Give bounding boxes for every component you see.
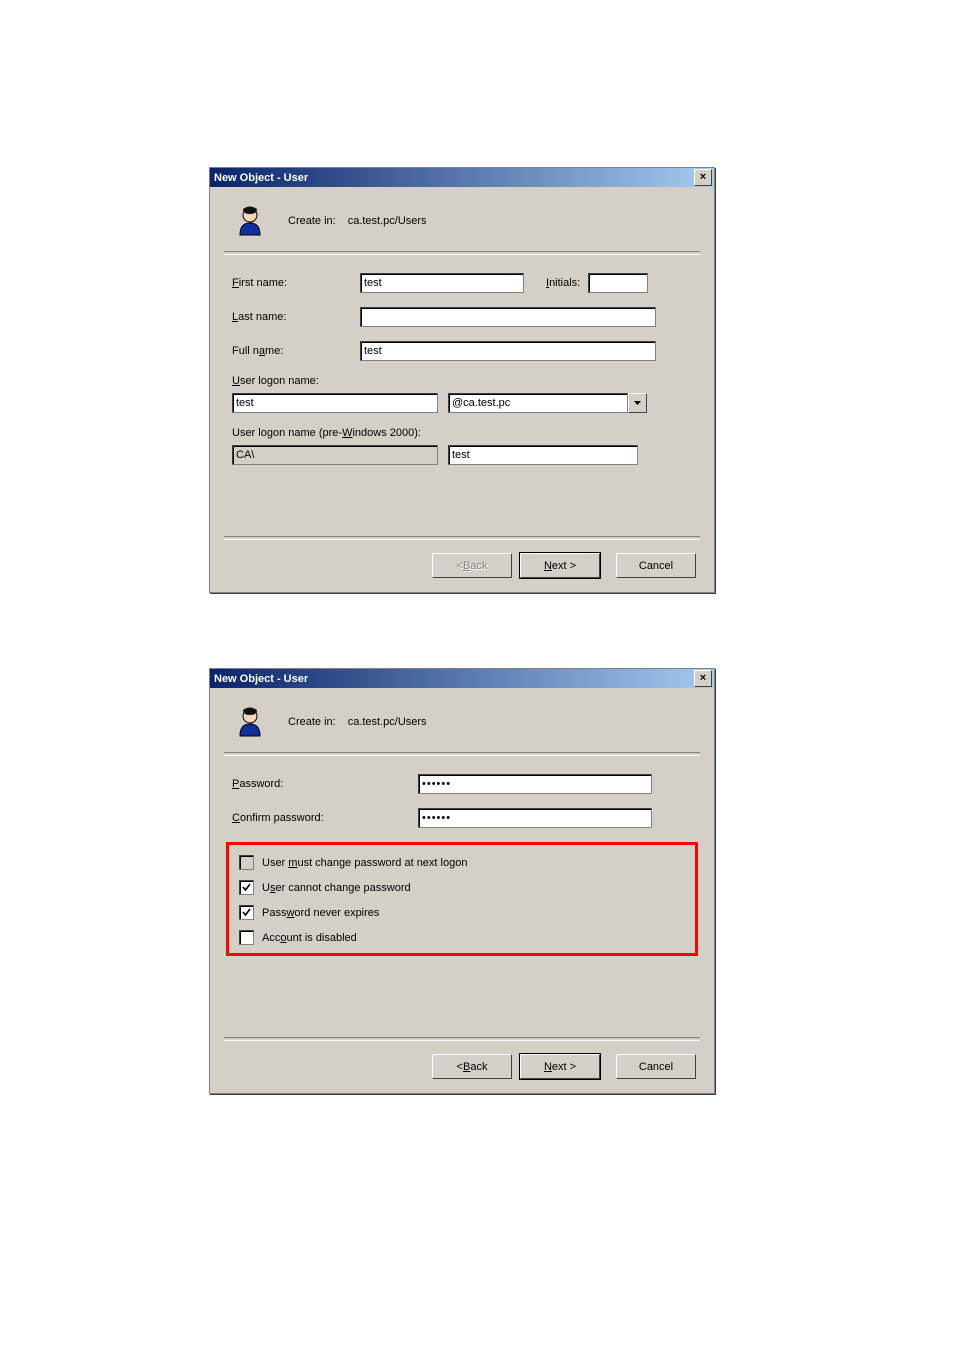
full-name-label: Full name: <box>232 345 360 357</box>
label-must-change: User must change password at next logon <box>262 857 467 869</box>
chevron-down-icon[interactable] <box>628 393 647 413</box>
pre2000-input[interactable] <box>448 445 638 465</box>
button-divider <box>224 536 700 540</box>
password-label: Password: <box>232 778 418 790</box>
logon-domain-combo[interactable] <box>448 393 647 413</box>
label-never-expires: Password never expires <box>262 907 379 919</box>
button-divider <box>224 1037 700 1041</box>
logon-name-input[interactable] <box>232 393 438 413</box>
header-row: Create in: ca.test.pc/Users <box>210 187 714 251</box>
highlighted-options: User must change password at next logon … <box>226 842 698 956</box>
cancel-button[interactable]: Cancel <box>616 553 696 578</box>
full-name-input[interactable] <box>360 341 656 361</box>
titlebar: New Object - User × <box>210 669 714 688</box>
pre2000-label: User logon name (pre-Windows 2000): <box>232 427 692 439</box>
pre2000-domain <box>232 445 438 465</box>
first-name-label: First name: <box>232 277 360 289</box>
password-input[interactable] <box>418 774 652 794</box>
next-button[interactable]: Next > <box>520 1054 600 1079</box>
header-row: Create in: ca.test.pc/Users <box>210 688 714 752</box>
titlebar: New Object - User × <box>210 168 714 187</box>
checkbox-account-disabled[interactable] <box>239 930 254 945</box>
user-icon <box>236 706 268 738</box>
back-button: < Back <box>432 553 512 578</box>
create-in-path: ca.test.pc/Users <box>348 215 427 227</box>
initials-label: Initials: <box>546 277 580 289</box>
logon-name-label: User logon name: <box>232 375 692 387</box>
confirm-password-label: Confirm password: <box>232 812 418 824</box>
user-icon <box>236 205 268 237</box>
window-title: New Object - User <box>214 172 694 184</box>
close-icon[interactable]: × <box>694 169 712 186</box>
first-name-input[interactable] <box>360 273 524 293</box>
logon-domain-value[interactable] <box>448 393 628 413</box>
create-in-label: Create in: <box>288 716 336 728</box>
last-name-input[interactable] <box>360 307 656 327</box>
dialog-new-user-step2: New Object - User × Create in: ca.test.p… <box>209 668 715 1094</box>
last-name-label: Last name: <box>232 311 360 323</box>
create-in-label: Create in: <box>288 215 336 227</box>
create-in-path: ca.test.pc/Users <box>348 716 427 728</box>
dialog-new-user-step1: New Object - User × Create in: ca.test.p… <box>209 167 715 593</box>
close-icon[interactable]: × <box>694 670 712 687</box>
checkbox-must-change[interactable] <box>239 855 254 870</box>
label-account-disabled: Account is disabled <box>262 932 357 944</box>
back-button[interactable]: < Back <box>432 1054 512 1079</box>
cancel-button[interactable]: Cancel <box>616 1054 696 1079</box>
checkbox-never-expires[interactable] <box>239 905 254 920</box>
checkbox-cannot-change[interactable] <box>239 880 254 895</box>
next-button[interactable]: Next > <box>520 553 600 578</box>
initials-input[interactable] <box>588 273 648 293</box>
confirm-password-input[interactable] <box>418 808 652 828</box>
label-cannot-change: User cannot change password <box>262 882 411 894</box>
window-title: New Object - User <box>214 673 694 685</box>
